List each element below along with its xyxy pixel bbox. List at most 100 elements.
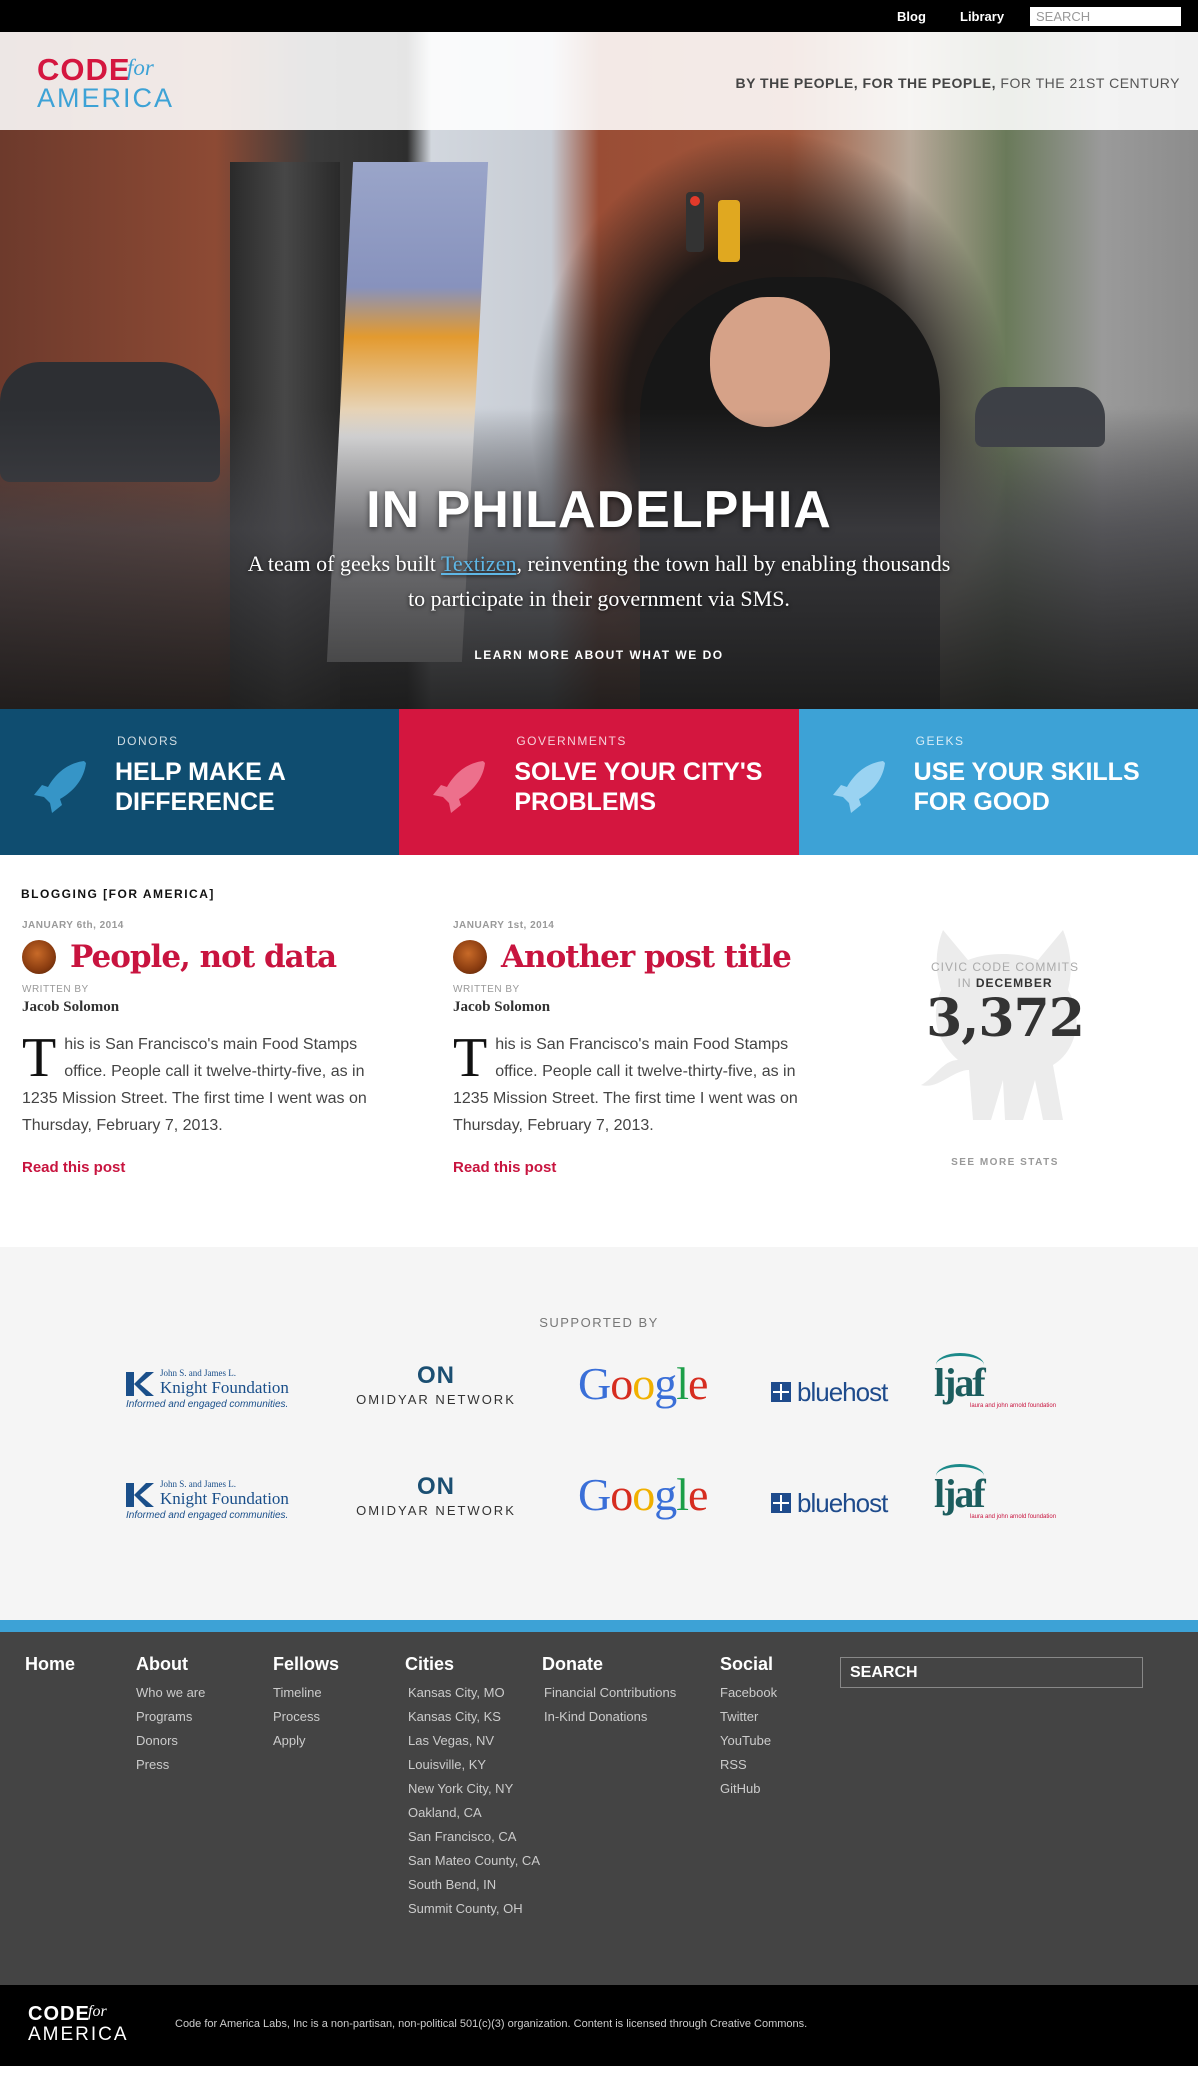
- bluehost-logo-text: bluehost: [797, 1487, 888, 1518]
- footer-link[interactable]: Kansas City, MO: [408, 1681, 540, 1705]
- footer-link[interactable]: Oakland, CA: [408, 1801, 540, 1825]
- textizen-link[interactable]: Textizen: [441, 551, 516, 576]
- google-logo[interactable]: Google: [578, 1357, 708, 1409]
- ljaf-logo-subtext: laura and john arnold foundation: [970, 1403, 1057, 1409]
- post-title[interactable]: Another post title: [501, 939, 792, 975]
- nav-link-blog[interactable]: Blog: [897, 9, 926, 24]
- ljaf-logo[interactable]: ljaf laura and john arnold foundation: [934, 1353, 1064, 1409]
- tile-donors[interactable]: DONORS HELP MAKE A DIFFERENCE: [0, 709, 400, 855]
- traffic-light: [718, 200, 740, 262]
- footer-link[interactable]: Who we are: [136, 1681, 205, 1705]
- footer-heading-cities[interactable]: Cities: [405, 1654, 540, 1675]
- footer-link[interactable]: Kansas City, KS: [408, 1705, 540, 1729]
- omidyar-logo-text: OMIDYAR NETWORK: [356, 1503, 516, 1518]
- site-tagline: BY THE PEOPLE, FOR THE PEOPLE, FOR THE 2…: [735, 75, 1180, 91]
- read-post-link[interactable]: Read this post: [22, 1159, 402, 1176]
- footer-heading-social[interactable]: Social: [720, 1654, 777, 1675]
- read-post-link[interactable]: Read this post: [453, 1159, 833, 1176]
- logo-for-text: for: [127, 55, 154, 80]
- footer-link[interactable]: Facebook: [720, 1681, 777, 1705]
- footer-link[interactable]: Programs: [136, 1705, 205, 1729]
- tile-geeks[interactable]: GEEKS USE YOUR SKILLS FOR GOOD: [798, 709, 1198, 855]
- google-letter: g: [654, 1358, 677, 1409]
- rocket-icon: [433, 761, 486, 813]
- knight-foundation-logo[interactable]: John S. and James L. Knight Foundation I…: [126, 1364, 306, 1414]
- footer-heading-about[interactable]: About: [136, 1654, 205, 1675]
- post-title[interactable]: People, not data: [70, 939, 337, 975]
- footer-link[interactable]: Summit County, OH: [408, 1897, 540, 1921]
- footer-logo[interactable]: CODE for AMERICA: [28, 2003, 138, 2051]
- footer-link[interactable]: Financial Contributions: [544, 1681, 676, 1705]
- tile-heading: HELP MAKE A DIFFERENCE: [115, 758, 285, 816]
- tile-kicker: DONORS: [117, 734, 179, 748]
- blog-post: JANUARY 1st, 2014 Another post title WRI…: [453, 920, 833, 1176]
- footer-col-cities: Cities Kansas City, MO Kansas City, KS L…: [405, 1654, 540, 1921]
- legal-notice: Code for America Labs, Inc is a non-part…: [175, 2018, 808, 2030]
- google-letter: o: [610, 1469, 633, 1520]
- footer-link[interactable]: Louisville, KY: [408, 1753, 540, 1777]
- omidyar-network-logo[interactable]: ON OMIDYAR NETWORK: [356, 1473, 516, 1523]
- ljaf-logo[interactable]: ljaf laura and john arnold foundation: [934, 1464, 1064, 1520]
- knight-logo-text: John S. and James L.: [160, 1479, 236, 1489]
- ljaf-logo-subtext: laura and john arnold foundation: [970, 1514, 1057, 1520]
- ljaf-arc-icon: [936, 1353, 984, 1377]
- footer-link[interactable]: Las Vegas, NV: [408, 1729, 540, 1753]
- post-author: Jacob Solomon: [22, 999, 120, 1015]
- drop-cap: T: [22, 1027, 57, 1089]
- footer-link[interactable]: Timeline: [273, 1681, 339, 1705]
- tile-kicker: GEEKS: [915, 734, 965, 748]
- footer-link[interactable]: Press: [136, 1753, 205, 1777]
- omidyar-network-logo[interactable]: ON OMIDYAR NETWORK: [356, 1362, 516, 1412]
- footer-link[interactable]: Donors: [136, 1729, 205, 1753]
- see-more-stats-link[interactable]: SEE MORE STATS: [905, 1157, 1105, 1168]
- footer-link[interactable]: RSS: [720, 1753, 777, 1777]
- google-logo[interactable]: Google: [578, 1468, 708, 1520]
- google-letter: l: [676, 1358, 689, 1409]
- footer-link[interactable]: Twitter: [720, 1705, 777, 1729]
- learn-more-link[interactable]: LEARN MORE ABOUT WHAT WE DO: [474, 648, 723, 662]
- top-bar: Blog Library: [0, 0, 1198, 32]
- written-by-label: WRITTEN BY: [453, 984, 520, 995]
- tile-kicker: GOVERNMENTS: [516, 734, 627, 748]
- footer-link-home[interactable]: Home: [25, 1654, 75, 1674]
- tile-governments[interactable]: GOVERNMENTS SOLVE YOUR CITY'S PROBLEMS: [399, 709, 799, 855]
- footer-link[interactable]: San Mateo County, CA: [408, 1849, 540, 1873]
- footer-col-social: Social Facebook Twitter YouTube RSS GitH…: [720, 1654, 777, 1801]
- author-avatar: [453, 940, 487, 974]
- nav-link-library[interactable]: Library: [960, 9, 1004, 24]
- footer-link[interactable]: GitHub: [720, 1777, 777, 1801]
- footer-col-fellows: Fellows Timeline Process Apply: [273, 1654, 339, 1753]
- audience-tiles: DONORS HELP MAKE A DIFFERENCE GOVERNMENT…: [0, 709, 1198, 855]
- hero-content: IN PHILADELPHIA A team of geeks built Te…: [0, 480, 1198, 664]
- hero-banner: CODE for AMERICA BY THE PEOPLE, FOR THE …: [0, 32, 1198, 709]
- footer-heading-donate[interactable]: Donate: [542, 1654, 676, 1675]
- traffic-light: [686, 192, 704, 252]
- post-author: Jacob Solomon: [453, 999, 551, 1015]
- google-letter: g: [654, 1469, 677, 1520]
- footer-link[interactable]: San Francisco, CA: [408, 1825, 540, 1849]
- hero-desc-text: A team of geeks built: [247, 551, 442, 576]
- bluehost-logo[interactable]: bluehost: [771, 1367, 901, 1417]
- knight-logo-text: John S. and James L.: [160, 1368, 236, 1378]
- bluehost-logo[interactable]: bluehost: [771, 1478, 901, 1528]
- site-footer: Home About Who we are Programs Donors Pr…: [0, 1620, 1198, 1985]
- knight-foundation-logo[interactable]: John S. and James L. Knight Foundation I…: [126, 1475, 306, 1525]
- footer-search-input[interactable]: [840, 1657, 1143, 1688]
- footer-link[interactable]: In-Kind Donations: [544, 1705, 676, 1729]
- rocket-icon: [34, 761, 86, 813]
- rocket-icon: [832, 761, 885, 813]
- footer-heading-fellows[interactable]: Fellows: [273, 1654, 339, 1675]
- footer-link[interactable]: YouTube: [720, 1729, 777, 1753]
- knight-logo-text: Knight Foundation: [160, 1378, 289, 1397]
- site-logo[interactable]: CODE for AMERICA: [37, 52, 177, 113]
- footer-link[interactable]: New York City, NY: [408, 1777, 540, 1801]
- commit-stats: CIVIC CODE COMMITS IN DECEMBER 3,372 SEE…: [905, 920, 1105, 1168]
- footer-link[interactable]: Apply: [273, 1729, 339, 1753]
- footer-logo-for: for: [88, 2003, 107, 2020]
- footer-link[interactable]: South Bend, IN: [408, 1873, 540, 1897]
- knight-logo-text: Informed and engaged communities.: [126, 1399, 289, 1410]
- footer-link[interactable]: Process: [273, 1705, 339, 1729]
- google-letter: e: [688, 1358, 708, 1409]
- knight-logo-text: Knight Foundation: [160, 1489, 289, 1508]
- top-search-input[interactable]: [1030, 7, 1181, 26]
